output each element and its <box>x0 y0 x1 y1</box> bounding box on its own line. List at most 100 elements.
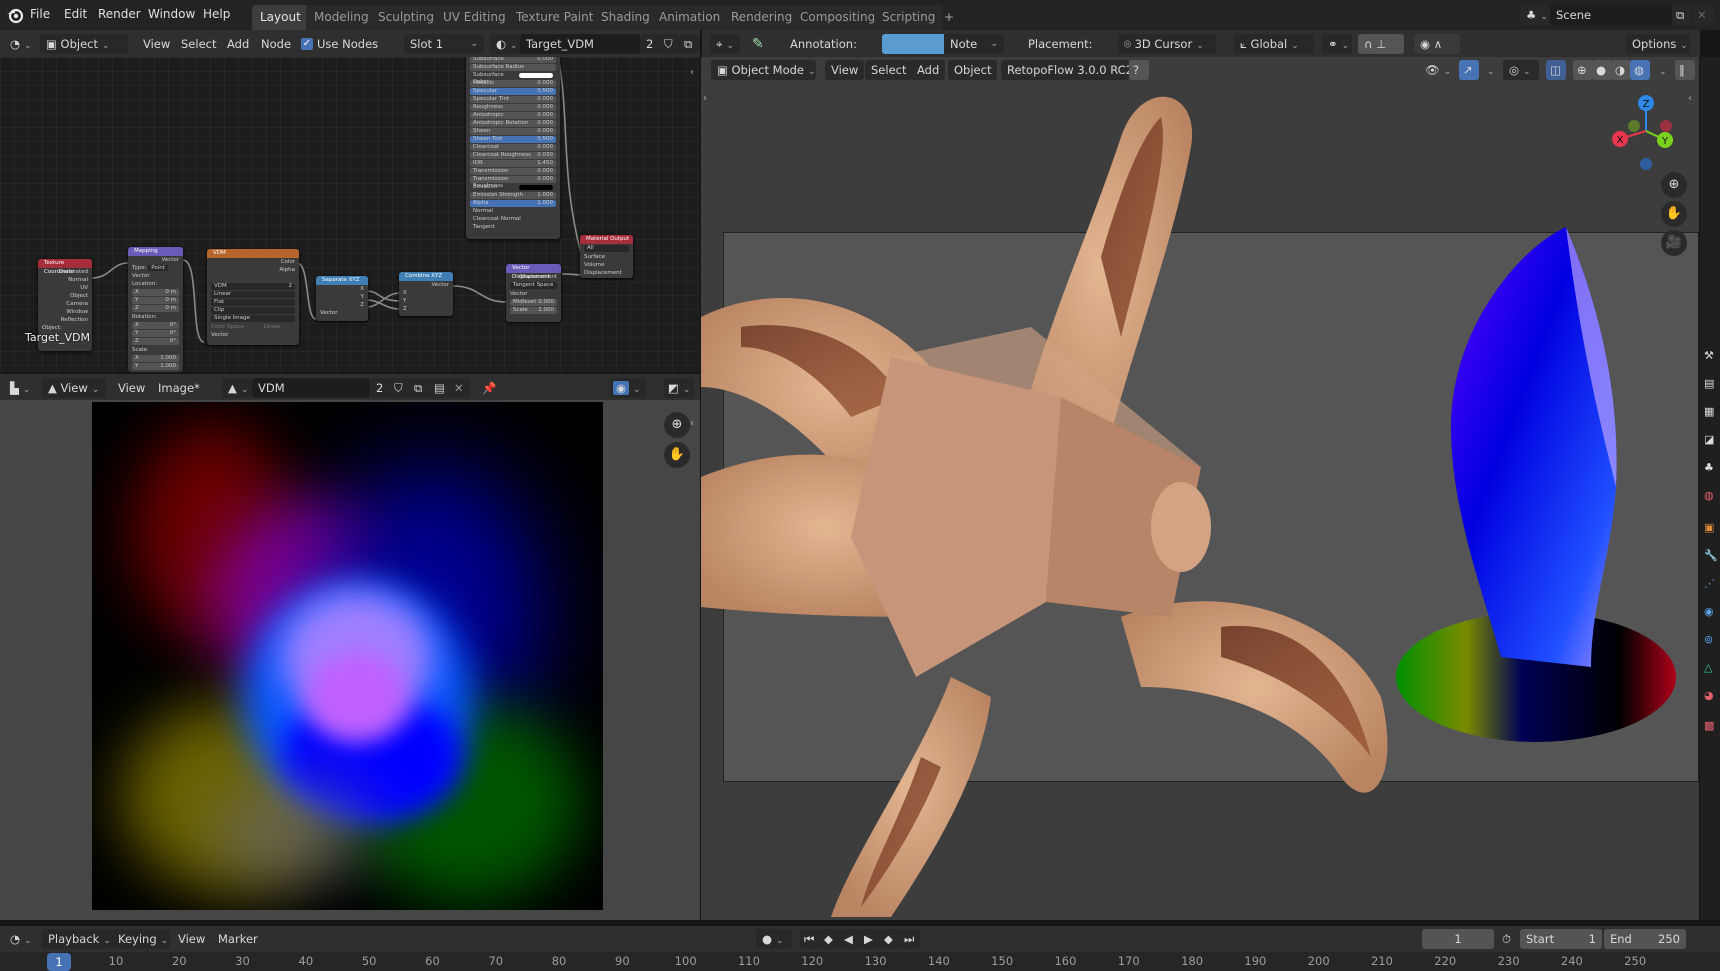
tab-modeling[interactable]: Modeling <box>306 5 377 30</box>
menu-view[interactable]: View <box>178 929 205 949</box>
tool-tab-icon[interactable]: ⚒ <box>1704 347 1720 365</box>
material-browse-button[interactable]: ◐ ⌄ <box>490 34 520 54</box>
bsdf-input-field[interactable]: Transmission Roughness 0.000 <box>470 176 556 189</box>
world-tab-icon[interactable]: ◍ <box>1704 487 1720 505</box>
play-reverse-icon[interactable]: ◀ <box>840 929 860 949</box>
bsdf-input-field[interactable]: Clearcoat 0.000 <box>470 144 556 151</box>
combine-xyz-node[interactable]: Combine XYZ Vector X Y Z <box>399 272 453 316</box>
particles-tab-icon[interactable]: ⋰ <box>1704 575 1720 593</box>
image-texture-node[interactable]: VDM Color Alpha VDM 2 Linear Flat Clip Si… <box>207 249 299 345</box>
snap-button[interactable]: ∩ ⊥ <box>1358 34 1404 54</box>
tab-layout[interactable]: Layout <box>252 5 309 30</box>
rotation-x-field[interactable]: X 0° <box>132 322 179 329</box>
tab-scripting[interactable]: Scripting <box>874 5 944 30</box>
orientation-dropdown[interactable]: ⟀ Global ⌄ <box>1234 34 1314 54</box>
tab-texture-paint[interactable]: Texture Paint <box>508 5 602 30</box>
delete-scene-icon[interactable]: ✕ <box>1693 5 1713 25</box>
bsdf-input-field[interactable]: Roughness 0.000 <box>470 104 556 111</box>
next-keyframe-icon[interactable]: ◆ <box>880 929 900 949</box>
bsdf-input-field[interactable]: Subsurface 0.000 <box>470 57 556 63</box>
projection-dropdown[interactable]: Flat <box>211 299 295 306</box>
bsdf-input-field[interactable]: Alpha 1.000 <box>470 200 556 207</box>
editor-type-button[interactable]: ◔ ⌄ <box>4 34 34 54</box>
vector-displacement-node[interactable]: Vector Displacement Displacement Tangent… <box>506 264 561 322</box>
mapping-type-dropdown[interactable]: Point <box>148 265 168 271</box>
image-mode-dropdown[interactable]: ▲ View ⌄ <box>42 378 106 398</box>
material-name-field[interactable]: Target_VDM <box>520 34 640 54</box>
sidebar-toggle-icon[interactable]: ‹ <box>1688 93 1692 104</box>
tab-sculpting[interactable]: Sculpting <box>370 5 443 30</box>
interpolation-dropdown[interactable]: Linear <box>211 291 295 298</box>
location-z-field[interactable]: Z0 m <box>132 305 179 312</box>
sidebar-toggle-icon[interactable]: ‹ <box>690 418 694 429</box>
bsdf-input-field[interactable]: Specular 0.500 <box>470 88 556 95</box>
use-nodes-checkbox[interactable]: ✓ <box>301 38 313 50</box>
menu-view[interactable]: View <box>118 378 145 398</box>
end-frame-field[interactable]: End 250 <box>1604 929 1686 949</box>
prev-keyframe-icon[interactable]: ◆ <box>820 929 840 949</box>
camera-view-icon[interactable]: 🎥 <box>1661 230 1687 256</box>
menu-render[interactable]: Render <box>98 7 141 21</box>
material-tab-icon[interactable]: ◕ <box>1704 687 1720 705</box>
mapping-node[interactable]: Mapping Vector Type: Point Vector Locati… <box>128 247 183 372</box>
new-image-icon[interactable]: ⧉ <box>410 378 430 398</box>
bsdf-input-field[interactable]: Anisotropic 0.000 <box>470 112 556 119</box>
image-browse-button[interactable]: ▲ ⌄ <box>222 378 252 398</box>
bsdf-input-field[interactable]: Sheen Tint 0.500 <box>470 136 556 143</box>
rotation-y-field[interactable]: Y 0° <box>132 330 179 337</box>
bsdf-input-field[interactable]: Normal <box>470 208 556 215</box>
menu-window[interactable]: Window <box>148 7 195 21</box>
output-tab-icon[interactable]: ▦ <box>1704 403 1720 421</box>
menu-add[interactable]: Add <box>227 34 249 54</box>
tab-uv-editing[interactable]: UV Editing <box>435 5 514 30</box>
duplicate-material-icon[interactable]: ⧉ <box>680 34 700 54</box>
bsdf-input-field[interactable]: Sheen 0.000 <box>470 128 556 135</box>
bsdf-input-field[interactable]: Metallic 0.000 <box>470 80 556 87</box>
object-tab-icon[interactable]: ▣ <box>1704 519 1720 537</box>
fake-user-shield-icon[interactable]: ⛉ <box>390 378 410 398</box>
options-dropdown[interactable]: Options ⌄ <box>1626 34 1690 54</box>
constraints-tab-icon[interactable]: ⊚ <box>1704 631 1720 649</box>
playback-dropdown[interactable]: Playback ⌄ <box>42 929 112 949</box>
start-frame-field[interactable]: Start 1 <box>1520 929 1602 949</box>
menu-edit[interactable]: Edit <box>64 7 87 21</box>
menu-marker[interactable]: Marker <box>218 929 258 949</box>
separate-xyz-node[interactable]: Separate XYZ X Y Z Vector <box>316 276 368 321</box>
bsdf-input-field[interactable]: Anisotropic Rotation 0.000 <box>470 120 556 127</box>
menu-image[interactable]: Image* <box>158 378 200 398</box>
zoom-icon[interactable]: ⊕ <box>1661 172 1687 198</box>
playhead[interactable]: 1 <box>47 953 71 971</box>
midlevel-field[interactable]: Midlevel 0.000 <box>510 299 557 306</box>
bsdf-input-field[interactable]: Transmission 0.000 <box>470 168 556 175</box>
rotation-z-field[interactable]: Z 0° <box>132 338 179 345</box>
bsdf-input-field[interactable]: Clearcoat Roughness 0.030 <box>470 152 556 159</box>
scene-name-field[interactable]: Scene <box>1550 5 1672 25</box>
bsdf-input-field[interactable]: Tangent <box>470 224 556 231</box>
pan-hand-icon[interactable]: ✋ <box>1661 201 1687 227</box>
zoom-icon[interactable]: ⊕ <box>664 412 690 438</box>
space-dropdown[interactable]: Tangent Space <box>510 282 557 289</box>
pin-icon[interactable]: 📌 <box>482 378 496 398</box>
3d-viewport[interactable]: ▣ Object Mode ⌄ View Select Add Object Re… <box>701 57 1699 920</box>
bsdf-input-field[interactable]: Clearcoat Normal <box>470 216 556 223</box>
scene-tab-icon[interactable]: ♣ <box>1704 459 1720 477</box>
bsdf-input-field[interactable]: Specular Tint 0.000 <box>470 96 556 103</box>
jump-start-icon[interactable]: ⏮ <box>800 929 820 949</box>
auto-keying-button[interactable]: ● ⌄ <box>756 929 792 949</box>
unlink-image-icon[interactable]: ✕ <box>450 378 470 398</box>
modifier-tab-icon[interactable]: 🔧 <box>1704 547 1720 565</box>
scale-y-field[interactable]: Y 1.000 <box>132 363 179 370</box>
toolbar-toggle-icon[interactable]: › <box>703 93 707 104</box>
bsdf-input-field[interactable]: Subsurface Radius <box>470 64 556 71</box>
node-editor-canvas[interactable]: Texture Coordinate Generated Normal UV O… <box>0 57 700 372</box>
render-tab-icon[interactable]: ▤ <box>1704 375 1720 393</box>
menu-view[interactable]: View <box>143 34 170 54</box>
sidebar-toggle-icon[interactable]: ‹ <box>690 67 694 78</box>
tab-animation[interactable]: Animation <box>651 5 729 30</box>
add-workspace-button[interactable]: + <box>936 5 962 30</box>
image-users-count[interactable]: 2 <box>370 378 390 398</box>
overlay-button[interactable]: ◉ ⌄ <box>610 378 646 398</box>
play-icon[interactable]: ▶ <box>860 929 880 949</box>
annotation-color-swatch[interactable] <box>882 34 944 54</box>
extension-dropdown[interactable]: Clip <box>211 307 295 314</box>
